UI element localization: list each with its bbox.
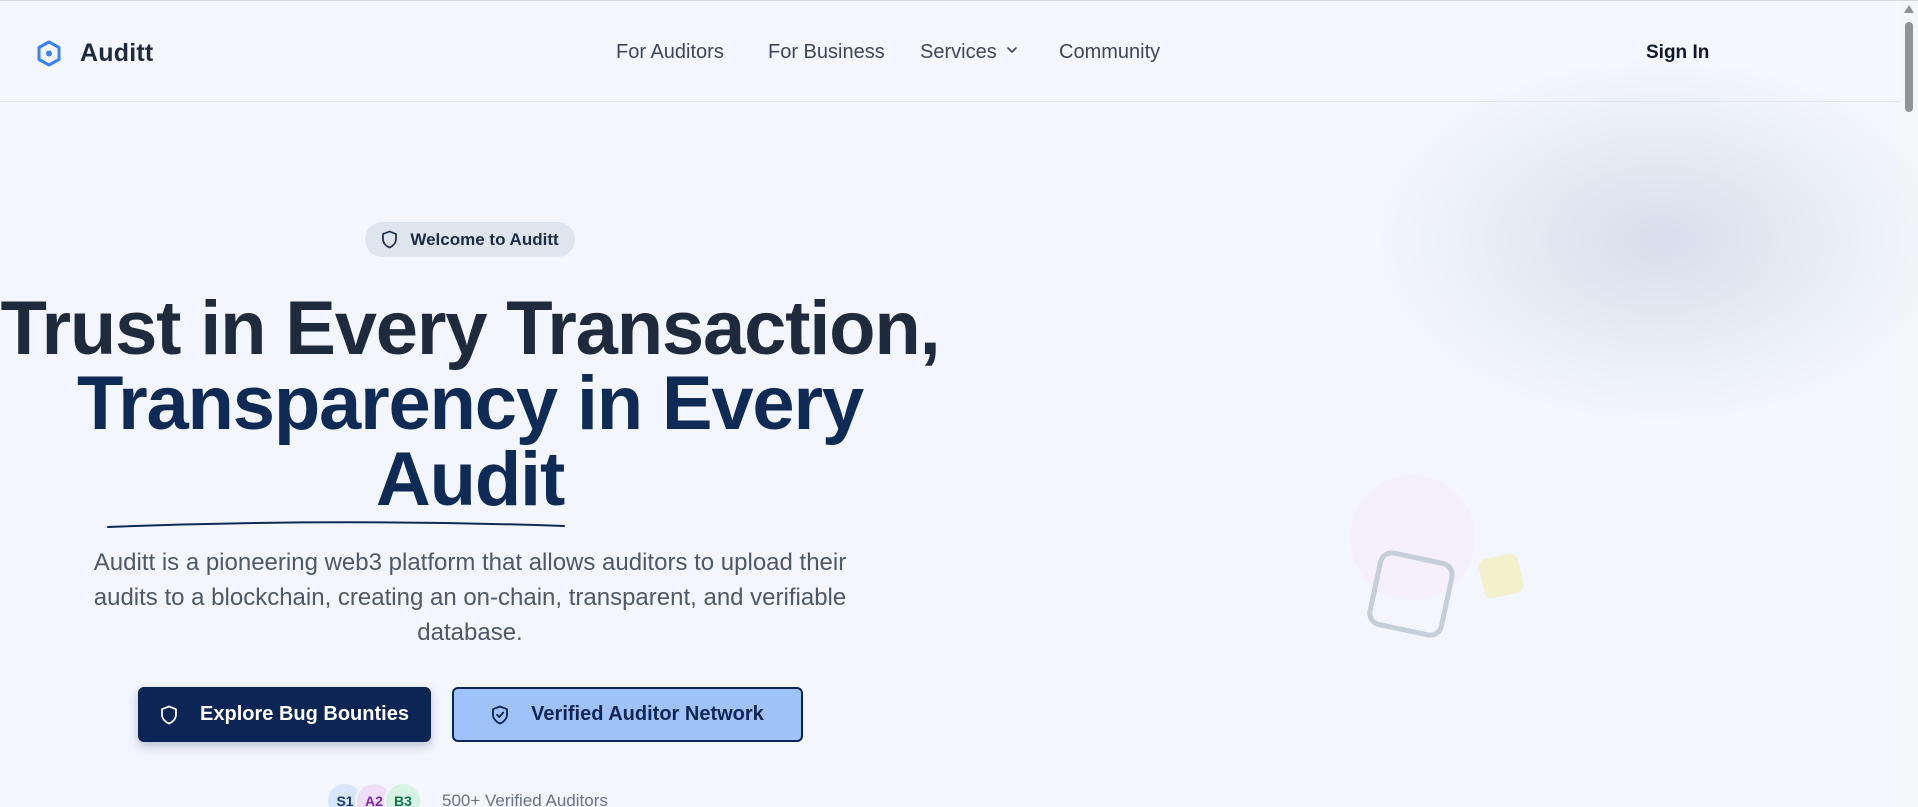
welcome-badge: Welcome to Auditt: [365, 222, 575, 257]
hero-title-line-3: Audit: [375, 437, 565, 522]
brand-name: Auditt: [80, 39, 154, 67]
nav-link-services-label: Services: [920, 41, 997, 63]
nav-link-services[interactable]: Services: [920, 41, 1019, 64]
verified-auditors-count: 500+ Verified Auditors: [442, 791, 608, 807]
nav-link-community[interactable]: Community: [1059, 41, 1160, 64]
brand-logo[interactable]: Auditt: [36, 39, 153, 68]
nav-link-for-business[interactable]: For Business: [768, 41, 885, 64]
vertical-scrollbar[interactable]: [1900, 1, 1918, 807]
hero-title-line-1: Trust in Every Transaction,: [0, 286, 940, 371]
verified-auditor-network-button[interactable]: Verified Auditor Network: [452, 687, 803, 742]
get-started-button[interactable]: Get Started: [1760, 42, 1857, 63]
avatar: B3: [384, 782, 422, 807]
title-underline-swoosh: [107, 521, 565, 528]
shield-icon: [161, 705, 177, 724]
decorative-square-outline: [1364, 547, 1458, 641]
chevron-down-icon: [1006, 47, 1017, 53]
explore-bug-bounties-button[interactable]: Explore Bug Bounties: [138, 687, 431, 742]
decorative-yellow-square: [1477, 552, 1525, 600]
shield-icon: [382, 230, 398, 249]
explore-bug-bounties-label: Explore Bug Bounties: [200, 703, 409, 725]
hexagon-logo-icon: [37, 40, 61, 66]
welcome-badge-label: Welcome to Auditt: [410, 229, 559, 249]
shield-check-icon: [492, 705, 509, 724]
background-glow: [1380, 60, 1918, 420]
verified-auditor-network-label: Verified Auditor Network: [531, 703, 764, 725]
scroll-up-arrow-icon[interactable]: [1904, 5, 1914, 13]
scrollbar-thumb[interactable]: [1905, 22, 1913, 112]
hero-description: Auditt is a pioneering web3 platform tha…: [93, 549, 847, 646]
nav-link-for-auditors[interactable]: For Auditors: [616, 41, 724, 64]
hero-title-line-2: Transparency in Every: [77, 361, 864, 446]
